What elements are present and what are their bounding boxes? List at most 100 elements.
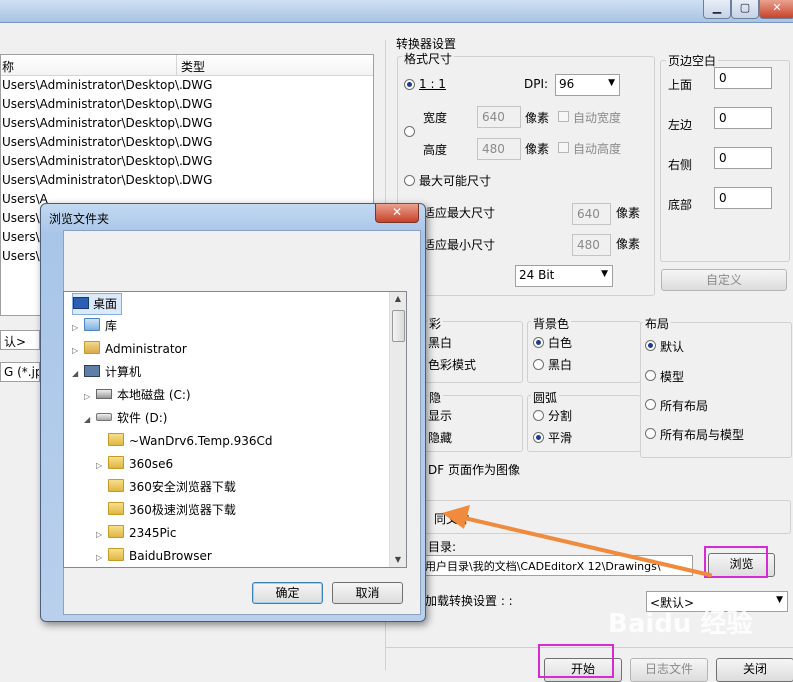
expand-icon[interactable]: ▷ [72, 341, 84, 361]
expand-icon[interactable]: ▷ [96, 525, 108, 545]
margin-left-label: 左边 [668, 118, 693, 132]
tree-item-folder[interactable]: ▷ 2345Pic [96, 523, 176, 543]
folder-icon [108, 456, 124, 469]
computer-icon [84, 365, 100, 377]
folder-icon [108, 548, 124, 561]
tree-item-folder[interactable]: 360安全浏览器下载 [108, 477, 236, 497]
tree-item-folder[interactable]: ▷ 360se6 [96, 454, 173, 474]
margin-bottom-input[interactable]: 0 [714, 187, 772, 209]
height-unit: 像素 [525, 142, 550, 156]
ratio-radio[interactable] [404, 79, 415, 90]
custom-button[interactable]: 自定义 [661, 269, 787, 291]
auto-width-label: 自动宽度 [573, 111, 622, 125]
list-item[interactable]: Users\Administrator\Desktop\... DWG [1, 133, 373, 152]
drive-icon [96, 413, 112, 421]
tree-item-drive-d[interactable]: ◢ 软件 (D:) [84, 408, 167, 428]
scroll-up-icon[interactable]: ▲ [391, 292, 405, 306]
scroll-down-icon[interactable]: ▼ [391, 553, 405, 567]
fit-min-label: 适应最小尺寸 [423, 238, 496, 252]
fit-min-input[interactable]: 480 [572, 234, 611, 256]
bg-white-radio[interactable] [533, 337, 544, 348]
list-item[interactable]: Users\Administrator\Desktop\... DWG [1, 114, 373, 133]
pdf-as-image-label: DF 页面作为图像 [428, 463, 520, 477]
ratio-label: 1 : 1 [419, 77, 446, 91]
left-combo-2[interactable]: G (*.jpg, [0, 362, 40, 382]
tree-item-folder[interactable]: ~WanDrv6.Temp.936Cd [108, 431, 273, 451]
file-list-header: 称 类型 [1, 55, 373, 76]
layout-title: 布局 [643, 315, 672, 332]
annotation-arrow [442, 505, 712, 577]
list-item[interactable]: Users\Administrator\Desktop\... DWG [1, 152, 373, 171]
expand-icon[interactable]: ▷ [84, 387, 96, 407]
fit-max-input[interactable]: 640 [572, 203, 611, 225]
close-button[interactable]: 关闭 [716, 658, 793, 682]
margin-right-input[interactable]: 0 [714, 147, 772, 169]
auto-height-checkbox[interactable] [558, 142, 569, 153]
tree-item-library[interactable]: ▷ 库 [72, 316, 117, 336]
margin-right-label: 右侧 [668, 158, 693, 172]
load-settings-label: 加载转换设置 : : [425, 594, 513, 608]
cancel-button[interactable]: 取消 [332, 582, 403, 604]
close-window-button[interactable]: ✕ [759, 0, 793, 19]
layout-default-radio[interactable] [645, 340, 656, 351]
margins-title: 页边空白 [666, 52, 719, 69]
arc-split-radio[interactable] [533, 410, 544, 421]
height-input[interactable]: 480 [477, 138, 521, 160]
expand-icon[interactable]: ▷ [96, 548, 108, 567]
auto-width-checkbox[interactable] [558, 111, 569, 122]
max-size-radio[interactable] [404, 175, 415, 186]
arc-smooth-radio[interactable] [533, 432, 544, 443]
tree-item-folder[interactable]: 360极速浏览器下载 [108, 500, 236, 520]
expand-icon[interactable]: ▷ [96, 456, 108, 476]
folder-icon [108, 433, 124, 446]
arc-title: 圆弧 [531, 389, 560, 406]
color-group-title: 彩 [427, 315, 444, 332]
auto-height-label: 自动高度 [573, 142, 622, 156]
collapse-icon[interactable]: ◢ [84, 410, 96, 430]
collapse-icon[interactable]: ◢ [72, 364, 84, 384]
tree-item-drive-c[interactable]: ▷ 本地磁盘 (C:) [84, 385, 191, 405]
layout-all-model-radio[interactable] [645, 428, 656, 439]
expand-icon[interactable]: ▷ [72, 318, 84, 338]
custom-size-radio[interactable] [404, 126, 415, 137]
fit-max-label: 适应最大尺寸 [423, 206, 496, 220]
tree-item-computer[interactable]: ◢ 计算机 [72, 362, 141, 382]
log-file-button[interactable]: 日志文件 [630, 658, 708, 682]
tree-scrollbar[interactable]: ▲ ▼ [389, 292, 406, 567]
scroll-thumb[interactable] [392, 310, 405, 342]
margin-top-input[interactable]: 0 [714, 67, 772, 89]
color-depth-select[interactable]: 24 Bit ▼ [515, 265, 613, 287]
list-item[interactable]: Users\Administrator\Desktop\... DWG [1, 76, 373, 95]
show-label: 显示 [428, 409, 453, 423]
layout-default-label: 默认 [660, 340, 685, 354]
tree-item-administrator[interactable]: ▷ Administrator [72, 339, 187, 359]
minimize-button[interactable]: ▁ [703, 0, 731, 19]
fit-max-unit: 像素 [616, 206, 641, 220]
maximize-button[interactable]: ▢ [731, 0, 759, 19]
margin-left-input[interactable]: 0 [714, 107, 772, 129]
list-item[interactable]: Users\Administrator\Desktop\... DWG [1, 171, 373, 190]
column-header-name[interactable]: 称 [2, 58, 14, 75]
layout-model-radio[interactable] [645, 370, 656, 381]
bg-black-label: 黑白 [548, 358, 573, 372]
dpi-select[interactable]: 96 ▼ [555, 74, 620, 96]
window-titlebar [0, 0, 793, 23]
start-highlight [538, 644, 614, 678]
width-input[interactable]: 640 [477, 106, 521, 128]
margin-top-label: 上面 [668, 78, 693, 92]
fit-min-unit: 像素 [616, 237, 641, 251]
height-label: 高度 [423, 143, 448, 157]
dpi-label: DPI: [524, 77, 549, 91]
tree-item-desktop[interactable]: 桌面 [72, 293, 123, 315]
left-combo-1[interactable]: 认> [0, 330, 40, 350]
tree-item-folder[interactable]: ▷ BaiduBrowser [96, 546, 212, 566]
bg-black-radio[interactable] [533, 359, 544, 370]
layout-all-model-label: 所有布局与模型 [660, 428, 745, 442]
library-icon [84, 318, 100, 331]
layout-all-radio[interactable] [645, 399, 656, 410]
folder-tree[interactable]: 桌面 ▷ 库 ▷ Administrator ◢ 计算机 ▷ 本地磁盘 (C:) ◢ 软件… [63, 291, 407, 568]
width-label: 宽度 [423, 111, 448, 125]
column-header-type[interactable]: 类型 [181, 58, 205, 75]
ok-button[interactable]: 确定 [252, 582, 323, 604]
list-item[interactable]: Users\Administrator\Desktop\... DWG [1, 95, 373, 114]
